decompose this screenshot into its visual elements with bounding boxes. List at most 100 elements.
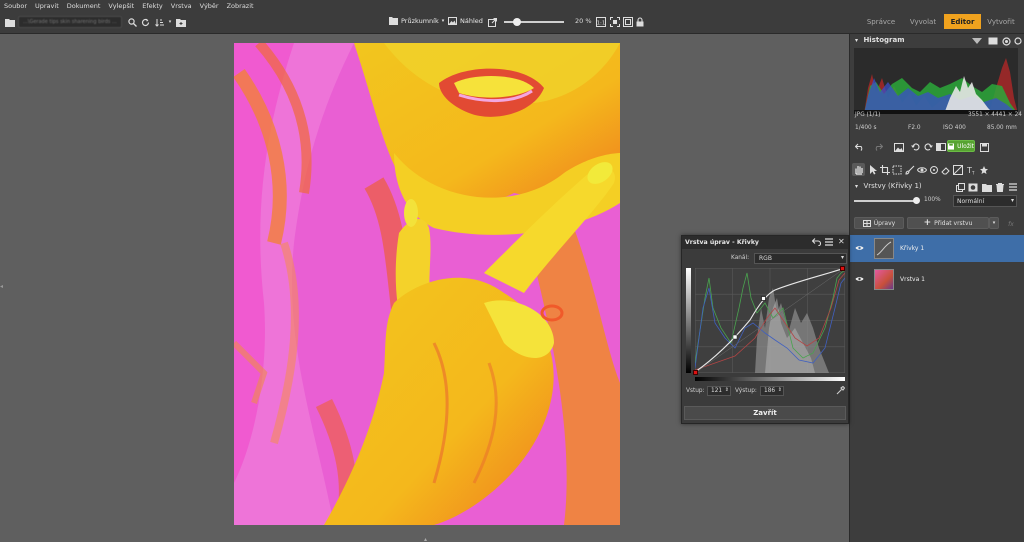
curves-dialog-titlebar[interactable]: Vrstva úprav - Křivky ✕ [682, 236, 848, 249]
folder-icon[interactable] [4, 16, 16, 28]
opacity-slider-track[interactable] [854, 200, 916, 202]
plus-icon: + [923, 218, 932, 228]
browser-button[interactable]: Průzkumník ▾ [389, 14, 444, 28]
add-layer-dropdown[interactable]: ▾ [989, 217, 999, 229]
menu-file[interactable]: Soubor [4, 2, 27, 12]
pin-icon[interactable] [1012, 35, 1024, 47]
close-button[interactable]: Zavřít [684, 406, 846, 420]
input-value-field[interactable]: 121 ⇕ [707, 386, 731, 396]
menu-icon[interactable] [825, 238, 833, 248]
opacity-value: 100% [924, 197, 941, 203]
layers-menu-icon[interactable] [1007, 181, 1019, 193]
new-folder-icon[interactable] [175, 16, 187, 28]
iso-value: ISO 400 [943, 125, 966, 131]
histogram-mode-icon[interactable] [987, 35, 999, 47]
input-gradient-bar [695, 377, 845, 381]
duplicate-layer-icon[interactable] [954, 181, 966, 193]
add-layer-button[interactable]: + Přidat vrstvu [907, 217, 989, 229]
layer-mask-icon[interactable] [967, 181, 979, 193]
chevron-down-icon: ▾ [1010, 197, 1014, 204]
preview-button[interactable]: Náhled [448, 14, 483, 28]
image-icon[interactable] [893, 141, 905, 153]
opacity-slider-handle[interactable] [913, 197, 920, 204]
browser-label: Průzkumník [401, 17, 439, 25]
hand-tool[interactable] [852, 163, 865, 176]
blend-mode-select[interactable]: Normální ▾ [953, 195, 1017, 207]
image-dimensions: 3551 × 4441 × 24 [968, 112, 1022, 118]
menu-layer[interactable]: Vrstva [171, 2, 192, 12]
text-icon[interactable]: TT [965, 164, 977, 176]
chevron-down-icon: ▾ [840, 254, 844, 261]
refresh-icon[interactable] [139, 16, 151, 28]
redo-icon[interactable] [872, 141, 884, 153]
tab-create[interactable]: Vytvořit [982, 14, 1020, 29]
fullscreen-icon[interactable] [622, 16, 634, 28]
menu-effects[interactable]: Efekty [142, 2, 163, 12]
crop-icon[interactable] [879, 164, 891, 176]
adjustments-button[interactable]: Úpravy [854, 217, 904, 229]
histogram-options-icon[interactable] [971, 35, 983, 47]
input-label: Vstup: [686, 388, 705, 394]
tab-develop[interactable]: Vyvolat [903, 14, 943, 29]
save-button[interactable]: Uložit [947, 140, 975, 152]
compare-icon[interactable] [935, 141, 947, 153]
tab-editor[interactable]: Editor [944, 14, 981, 29]
histogram-header[interactable]: ▾ Histogram [855, 36, 905, 44]
menu-view[interactable]: Zobrazit [227, 2, 254, 12]
layer-row-curves[interactable]: Křivky 1 [850, 235, 1024, 262]
undo-icon[interactable] [854, 141, 866, 153]
output-label: Výstup: [735, 388, 757, 394]
eraser-icon[interactable] [940, 164, 952, 176]
channel-select[interactable]: RGB ▾ [754, 253, 847, 264]
one-to-one-icon[interactable]: 1:1 [595, 16, 607, 28]
menu-enhance[interactable]: Vylepšit [108, 2, 134, 12]
transform-icon[interactable] [891, 164, 903, 176]
pointer-icon[interactable] [867, 164, 879, 176]
layer-row-image[interactable]: Vrstva 1 [850, 266, 1024, 293]
lock-icon[interactable] [634, 16, 646, 28]
white-point-handle[interactable] [840, 266, 845, 271]
curves-dialog: Vrstva úprav - Křivky ✕ Kanál: RGB ▾ Vst… [681, 235, 849, 424]
fit-screen-icon[interactable] [609, 16, 621, 28]
menu-selection[interactable]: Výběr [200, 2, 219, 12]
shapes-icon[interactable] [978, 164, 990, 176]
stepper-icon: ⇕ [724, 387, 729, 393]
photo-canvas [234, 43, 620, 525]
left-panel-toggle[interactable]: ◂ [0, 283, 4, 291]
black-point-handle[interactable] [693, 370, 698, 375]
zoom-slider-handle[interactable] [513, 18, 521, 26]
brush-icon[interactable] [904, 164, 916, 176]
rotate-right-icon[interactable] [922, 141, 934, 153]
external-window-icon[interactable] [486, 16, 498, 28]
close-icon[interactable]: ✕ [838, 237, 845, 246]
output-value-field[interactable]: 186 ⇕ [760, 386, 784, 396]
blend-mode-value: Normální [957, 198, 985, 205]
menu-edit[interactable]: Upravit [35, 2, 59, 12]
eye-tool-icon[interactable] [916, 164, 928, 176]
delete-layer-icon[interactable] [994, 181, 1006, 193]
edited-photo[interactable] [234, 43, 620, 525]
search-icon[interactable] [126, 16, 138, 28]
shutter-speed: 1/400 s [855, 125, 877, 131]
tab-manager[interactable]: Správce [860, 14, 902, 29]
rotate-left-icon[interactable] [910, 141, 922, 153]
save-as-icon[interactable] [978, 141, 990, 153]
add-layer-label: Přidat vrstvu [934, 219, 973, 227]
adjustments-label: Úpravy [873, 219, 896, 227]
gradient-icon[interactable] [952, 164, 964, 176]
save-icon [948, 142, 955, 150]
visibility-eye-icon[interactable] [855, 275, 864, 284]
menu-document[interactable]: Dokument [67, 2, 101, 12]
eyedropper-icon[interactable] [836, 385, 846, 397]
curve-graph[interactable] [694, 267, 846, 374]
visibility-eye-icon[interactable] [855, 244, 864, 253]
layer-folder-icon[interactable] [981, 181, 993, 193]
path-input[interactable]: ...\Gerade tips skin sharening birds ... [18, 16, 122, 28]
histogram-settings-icon[interactable] [1000, 35, 1012, 47]
layers-header[interactable]: ▾ Vrstvy (Křivky 1) [855, 182, 922, 190]
bottom-panel-toggle[interactable]: ▴ [424, 536, 427, 542]
fx-icon[interactable]: fx [1005, 218, 1017, 230]
clone-icon[interactable] [928, 164, 940, 176]
image-icon [448, 17, 457, 25]
reset-icon[interactable] [811, 238, 822, 248]
